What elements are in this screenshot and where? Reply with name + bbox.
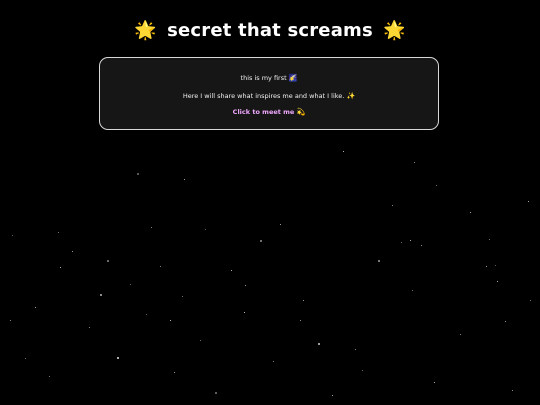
star-dot: [486, 266, 487, 267]
star-dot: [412, 290, 413, 291]
star-dot: [401, 242, 402, 243]
star-dot: [137, 173, 139, 175]
star-dot: [280, 224, 281, 225]
star-dot: [231, 270, 232, 271]
star-dot: [343, 151, 344, 152]
shooting-star-icon: 🌠: [288, 74, 298, 82]
star-dot: [434, 382, 435, 383]
star-dot: [49, 376, 50, 377]
star-dot: [244, 312, 245, 313]
intro-card: this is my first 🌠 Here I will share wha…: [99, 57, 439, 130]
star-dot: [89, 327, 90, 328]
star-dot: [160, 266, 161, 267]
page-title-text: secret that screams: [167, 20, 373, 41]
star-dot: [505, 321, 506, 322]
star-dot: [174, 372, 175, 373]
star-dot: [117, 357, 119, 359]
star-dot: [10, 320, 11, 321]
dizzy-icon: 💫: [296, 108, 306, 116]
page-title: 🌟 secret that screams 🌟: [0, 20, 540, 41]
star-dot: [460, 334, 461, 335]
star-dot: [100, 294, 102, 296]
star-dot: [530, 300, 531, 301]
star-right-icon: 🌟: [383, 20, 407, 41]
star-dot: [170, 320, 171, 321]
star-dot: [303, 300, 304, 301]
star-dot: [378, 260, 380, 262]
star-dot: [392, 205, 393, 206]
star-dot: [200, 340, 201, 341]
star-dot: [25, 358, 26, 359]
star-dot: [60, 267, 61, 268]
star-dot: [470, 212, 471, 213]
star-dot: [489, 239, 490, 240]
star-dot: [72, 251, 73, 252]
star-dot: [130, 284, 131, 285]
star-dot: [35, 307, 36, 308]
star-dot: [528, 201, 529, 202]
star-dot: [184, 179, 185, 180]
star-dot: [436, 185, 437, 186]
star-dot: [205, 229, 206, 230]
star-dot: [300, 320, 301, 321]
star-dot: [146, 314, 147, 315]
star-dot: [332, 395, 333, 396]
star-dot: [414, 162, 415, 163]
description-line: Here I will share what inspires me and w…: [100, 92, 438, 100]
star-dot: [495, 265, 496, 266]
star-dot: [273, 361, 274, 362]
star-dot: [497, 281, 498, 282]
sparkles-icon: ✨: [346, 92, 356, 100]
star-dot: [512, 390, 513, 391]
star-dot: [260, 240, 262, 242]
meet-me-link[interactable]: Click to meet me 💫: [233, 108, 306, 116]
star-dot: [12, 235, 13, 236]
cta-line: Click to meet me 💫: [100, 108, 438, 116]
star-dot: [245, 285, 246, 286]
star-dot: [355, 349, 356, 350]
intro-text: this is my first: [240, 74, 287, 82]
star-dot: [58, 232, 59, 233]
star-dot: [107, 260, 109, 262]
intro-line: this is my first 🌠: [100, 74, 438, 82]
star-dot: [410, 240, 411, 241]
description-text: Here I will share what inspires me and w…: [182, 92, 345, 100]
star-dot: [421, 245, 422, 246]
star-dot: [318, 343, 320, 345]
star-dot: [151, 227, 152, 228]
star-dot: [182, 296, 183, 297]
star-dot: [362, 370, 363, 371]
star-dot: [215, 392, 217, 394]
meet-me-label: Click to meet me: [232, 108, 295, 116]
star-left-icon: 🌟: [133, 20, 157, 41]
